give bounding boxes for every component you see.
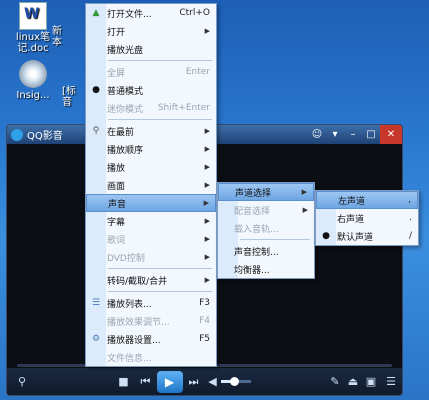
play-button[interactable]: ▶	[156, 370, 183, 393]
desktop-icon-new[interactable]: 新本	[52, 26, 82, 48]
menu-item-dub-select: 配音选择 ▶	[234, 206, 308, 217]
menu-item-default-channel[interactable]: ● 默认声道 /	[316, 227, 418, 245]
channel-submenu: 左声道, 右声道. ● 默认声道 /	[315, 190, 419, 246]
desktop-icon-insight[interactable]: Insig...	[4, 60, 62, 101]
desktop-icon-label: 新本	[52, 26, 62, 48]
menu-item-fullscreen: 全屏 Enter	[107, 67, 210, 79]
menu-separator	[108, 60, 212, 61]
pin-icon: ⚲	[92, 126, 100, 136]
maximize-button[interactable]: □	[362, 125, 380, 144]
submenu-arrow-icon: ▶	[203, 199, 209, 207]
minimize-button[interactable]: –	[344, 125, 362, 144]
selected-dot-icon: ●	[322, 231, 330, 241]
submenu-arrow-icon: ▶	[204, 276, 210, 284]
stop-button[interactable]: ■	[113, 375, 135, 388]
skin-icon[interactable]: ☺	[308, 125, 326, 144]
main-context-menu: ▲ 打开文件... Ctrl+O 打开 ▶ 播放光盘 全屏 Enter ● 普通模式 迷你…	[85, 3, 217, 367]
submenu-arrow-icon: ▶	[204, 181, 210, 189]
menu-item-play-order[interactable]: 播放顺序 ▶	[86, 140, 216, 158]
submenu-arrow-icon: ▶	[204, 217, 210, 225]
submenu-arrow-icon: ▶	[204, 253, 210, 261]
playlist-icon[interactable]: ☰	[380, 375, 402, 388]
submenu-arrow-icon: ▶	[204, 27, 210, 35]
menu-separator	[108, 268, 212, 269]
menu-separator	[108, 291, 212, 292]
menu-item-playback[interactable]: 播放 ▶	[86, 158, 216, 176]
eject-icon[interactable]: ⏏	[344, 375, 362, 388]
menu-item-transcode[interactable]: 转码/截取/合并 ▶	[86, 271, 216, 289]
menu-item-playlist[interactable]: ☰ 播放列表... F3	[86, 294, 216, 312]
desktop-icon-label: Insig...	[16, 90, 50, 101]
menu-item-open[interactable]: 打开 ▶	[86, 22, 216, 40]
submenu-arrow-icon: ▶	[204, 127, 210, 135]
menu-icon[interactable]: ▾	[326, 125, 344, 144]
sound-submenu: 声道选择 ▶ 配音选择 ▶ 载入音轨... 声音控制... 均衡器...	[217, 182, 315, 279]
close-button[interactable]: ✕	[380, 125, 402, 144]
open-folder-icon: ▲	[92, 8, 100, 18]
menu-item-open-file[interactable]: ▲ 打开文件... Ctrl+O	[86, 4, 216, 22]
menu-item-equalizer[interactable]: 均衡器...	[218, 260, 314, 278]
menu-separator	[240, 239, 310, 240]
next-button[interactable]: ⏭	[183, 375, 205, 389]
menu-separator	[108, 119, 212, 120]
submenu-arrow-icon: ▶	[204, 145, 210, 153]
playlist-menu-icon: ☰	[91, 298, 101, 308]
tools-icon[interactable]: ✎	[326, 375, 344, 388]
volume-slider[interactable]	[220, 377, 251, 386]
previous-button[interactable]: ⏮	[135, 375, 157, 389]
menu-item-subtitle[interactable]: 字幕 ▶	[86, 212, 216, 230]
qq-player-logo-icon	[11, 128, 23, 141]
menu-item-sound-control[interactable]: 声音控制...	[218, 242, 314, 260]
settings-gear-icon: ⚙	[91, 334, 101, 344]
submenu-arrow-icon: ▶	[302, 206, 308, 214]
submenu-arrow-icon: ▶	[301, 188, 307, 196]
menu-item-normal-mode[interactable]: ● 普通模式	[86, 81, 216, 99]
player-title: QQ影音	[27, 131, 63, 142]
menu-item-lyrics: 歌词 ▶	[107, 235, 210, 246]
disc-app-icon	[19, 60, 47, 88]
control-bar: ⚲ ■ ⏮ ▶ ⏭ ◀ ✎ ⏏ ▣ ☰	[7, 368, 402, 395]
equalizer-icon[interactable]: ⚲	[7, 375, 37, 388]
menu-item-effect-adjust: 播放效果调节... F4	[107, 316, 210, 328]
volume-knob[interactable]	[230, 377, 239, 386]
volume-icon[interactable]: ◀	[205, 375, 221, 388]
menu-item-right-channel[interactable]: 右声道.	[316, 209, 418, 227]
menu-item-file-info: 文件信息...	[107, 353, 152, 364]
screenshot-icon[interactable]: ▣	[362, 375, 380, 388]
selected-dot-icon: ●	[92, 85, 100, 95]
menu-item-left-channel[interactable]: 左声道,	[316, 191, 418, 209]
word-document-icon	[19, 2, 47, 30]
menu-item-always-on-top[interactable]: ⚲ 在最前 ▶	[86, 122, 216, 140]
submenu-arrow-icon: ▶	[204, 235, 210, 243]
menu-item-player-settings[interactable]: ⚙ 播放器设置... F5	[86, 330, 216, 348]
menu-item-play-disc[interactable]: 播放光盘	[86, 40, 216, 58]
menu-item-dvd-control: DVD控制 ▶	[107, 253, 210, 264]
menu-item-video[interactable]: 画面 ▶	[86, 176, 216, 194]
menu-item-load-audio-track: 载入音轨...	[234, 224, 279, 235]
menu-item-channel-select[interactable]: 声道选择 ▶	[218, 183, 314, 201]
menu-item-sound[interactable]: 声音 ▶	[86, 194, 216, 212]
menu-item-mini-mode: 迷你模式 Shift+Enter	[107, 103, 210, 115]
submenu-arrow-icon: ▶	[204, 163, 210, 171]
